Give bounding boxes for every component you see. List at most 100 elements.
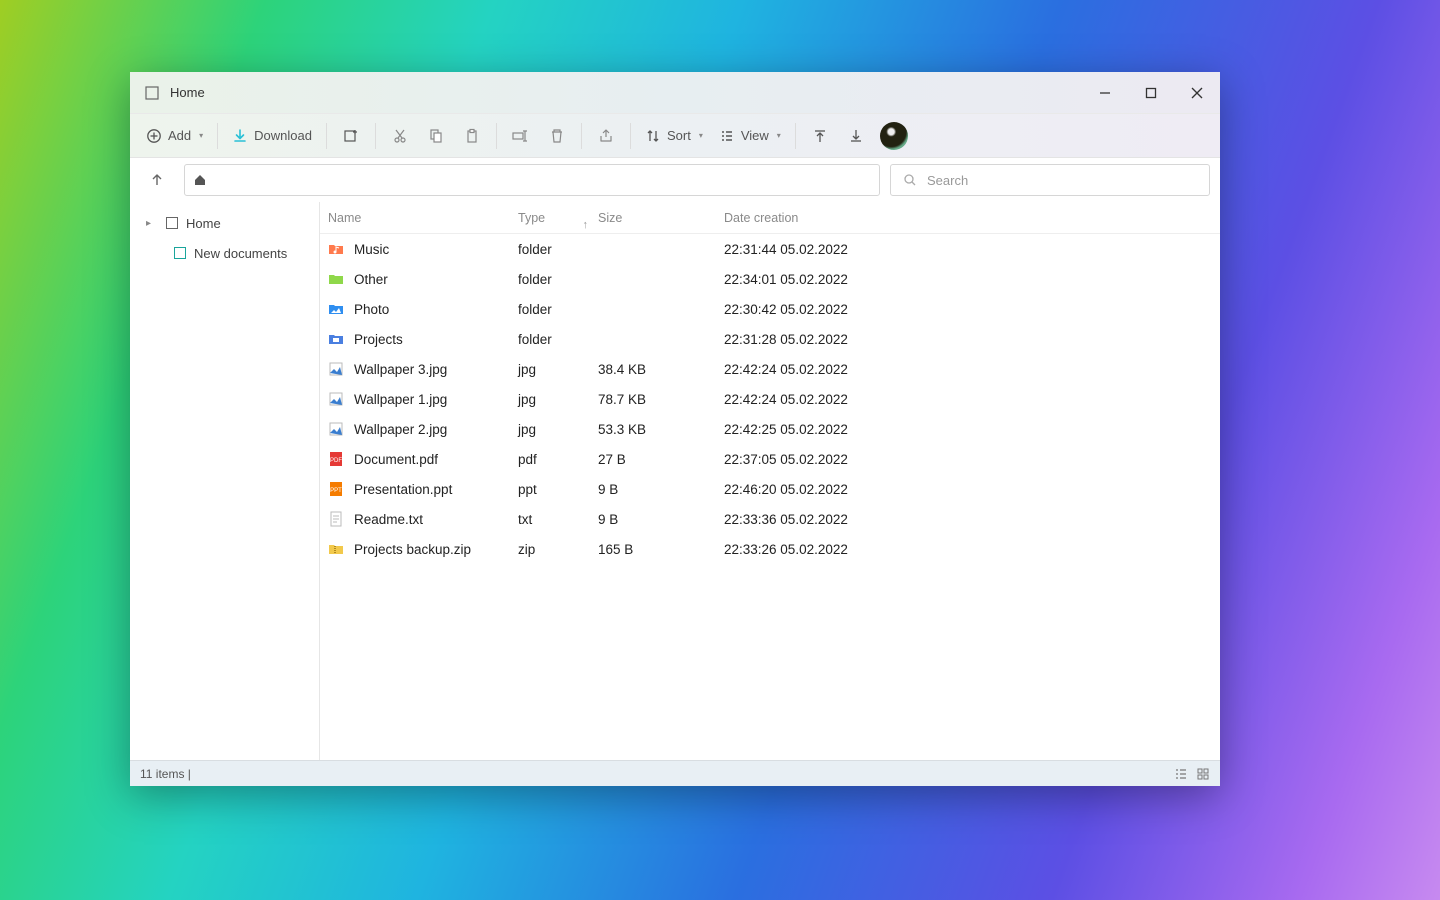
up-button[interactable] (140, 163, 174, 197)
file-type: folder (510, 302, 590, 317)
file-row[interactable]: Otherfolder22:34:01 05.02.2022 (320, 264, 1220, 294)
share-icon (598, 128, 614, 144)
image-icon (328, 361, 344, 377)
file-row[interactable]: Wallpaper 2.jpgjpg53.3 KB22:42:25 05.02.… (320, 414, 1220, 444)
delete-button[interactable] (539, 120, 575, 152)
folder-photo-icon (328, 301, 344, 317)
copy-icon (428, 128, 444, 144)
file-row[interactable]: PPTPresentation.pptppt9 B22:46:20 05.02.… (320, 474, 1220, 504)
window-title: Home (170, 85, 205, 100)
chevron-down-icon: ▾ (699, 131, 703, 140)
file-row[interactable]: Projects folder 22:31:28 05.02.2022 (320, 324, 1220, 354)
file-size: 38.4 KB (590, 362, 716, 377)
file-row[interactable]: Projects backup.zip zip165 B22:33:26 05.0… (320, 534, 1220, 564)
file-date: 22:31:44 05.02.2022 (716, 242, 896, 257)
rename-button[interactable] (503, 120, 539, 152)
file-type: jpg (510, 362, 590, 377)
file-name: Projects (354, 332, 403, 347)
file-type: folder (510, 242, 590, 257)
file-row[interactable]: Music folder 22:31:44 05.02.2022 (320, 234, 1220, 264)
download-button[interactable]: Download (224, 120, 320, 152)
sidebar-item-label: Home (186, 216, 221, 231)
new-window-icon (343, 128, 359, 144)
maximize-button[interactable] (1128, 72, 1174, 114)
file-size: 78.7 KB (590, 392, 716, 407)
file-date: 22:33:26 05.02.2022 (716, 542, 896, 557)
txt-icon (328, 511, 344, 527)
column-size[interactable]: Size (590, 211, 716, 225)
search-icon (903, 173, 917, 187)
paste-icon (464, 128, 480, 144)
file-date: 22:30:42 05.02.2022 (716, 302, 896, 317)
folder-green-icon (328, 271, 344, 287)
file-date: 22:31:28 05.02.2022 (716, 332, 896, 347)
nav-row (130, 158, 1220, 202)
file-name: Other (354, 272, 388, 287)
file-pane: Name Type ↑ Size Date creation Music fold… (320, 202, 1220, 760)
search-input[interactable] (927, 173, 1197, 188)
folder-icon (174, 247, 186, 259)
file-type: txt (510, 512, 590, 527)
file-type: zip (510, 542, 590, 557)
add-button[interactable]: Add ▾ (138, 120, 211, 152)
file-type: folder (510, 272, 590, 287)
file-size: 9 B (590, 482, 716, 497)
app-icon (144, 85, 160, 101)
sort-button[interactable]: Sort ▾ (637, 120, 711, 152)
file-rows: Music folder 22:31:44 05.02.2022 Other folde… (320, 234, 1220, 760)
file-row[interactable]: Wallpaper 3.jpgjpg38.4 KB22:42:24 05.02.… (320, 354, 1220, 384)
share-button[interactable] (588, 120, 624, 152)
search-box[interactable] (890, 164, 1210, 196)
file-type: jpg (510, 392, 590, 407)
column-name[interactable]: Name (320, 211, 510, 225)
file-manager-window: Home Add ▾ Download (130, 72, 1220, 786)
file-name: Projects backup.zip (354, 542, 471, 557)
address-bar[interactable] (184, 164, 880, 196)
file-size: 9 B (590, 512, 716, 527)
file-size: 53.3 KB (590, 422, 716, 437)
view-button[interactable]: View ▾ (711, 120, 789, 152)
paste-button[interactable] (454, 120, 490, 152)
file-row[interactable]: Photo folder 22:30:42 05.02.2022 (320, 294, 1220, 324)
upload-icon (812, 128, 828, 144)
sort-asc-icon: ↑ (583, 219, 589, 231)
file-date: 22:33:36 05.02.2022 (716, 512, 896, 527)
chevron-down-icon: ▾ (199, 131, 203, 140)
file-type: folder (510, 332, 590, 347)
close-button[interactable] (1174, 72, 1220, 114)
sidebar-item-label: New documents (194, 246, 287, 261)
view-icon (719, 128, 735, 144)
ppt-icon: PPT (328, 481, 344, 497)
column-date[interactable]: Date creation (716, 211, 896, 225)
content: ▸ Home New documents Name Type ↑ Size Da… (130, 202, 1220, 760)
status-text: 11 items | (140, 767, 191, 781)
image-icon (328, 421, 344, 437)
sidebar-item-new-documents[interactable]: New documents (130, 238, 319, 268)
file-row[interactable]: Wallpaper 1.jpgjpg78.7 KB22:42:24 05.02.… (320, 384, 1220, 414)
new-window-button[interactable] (333, 120, 369, 152)
sidebar-item-home[interactable]: ▸ Home (130, 208, 319, 238)
minimize-button[interactable] (1082, 72, 1128, 114)
user-avatar[interactable] (880, 122, 908, 150)
file-size: 165 B (590, 542, 716, 557)
file-name: Photo (354, 302, 389, 317)
file-row[interactable]: PDFDocument.pdfpdf27 B22:37:05 05.02.202… (320, 444, 1220, 474)
cut-button[interactable] (382, 120, 418, 152)
grid-view-toggle[interactable] (1196, 767, 1210, 781)
file-type: jpg (510, 422, 590, 437)
arrow-up-icon (149, 172, 165, 188)
download-label: Download (254, 128, 312, 143)
upload-button[interactable] (802, 120, 838, 152)
file-name: Readme.txt (354, 512, 423, 527)
chevron-right-icon: ▸ (146, 218, 158, 229)
titlebar: Home (130, 72, 1220, 114)
download-icon-button[interactable] (838, 120, 874, 152)
file-row[interactable]: Readme.txt txt9 B22:33:36 05.02.2022 (320, 504, 1220, 534)
list-view-toggle[interactable] (1174, 767, 1188, 781)
svg-text:PPT: PPT (330, 488, 342, 494)
file-name: Music (354, 242, 389, 257)
folder-projects-icon (328, 331, 344, 347)
folder-music-icon (328, 241, 344, 257)
copy-button[interactable] (418, 120, 454, 152)
column-type[interactable]: Type ↑ (510, 211, 590, 225)
